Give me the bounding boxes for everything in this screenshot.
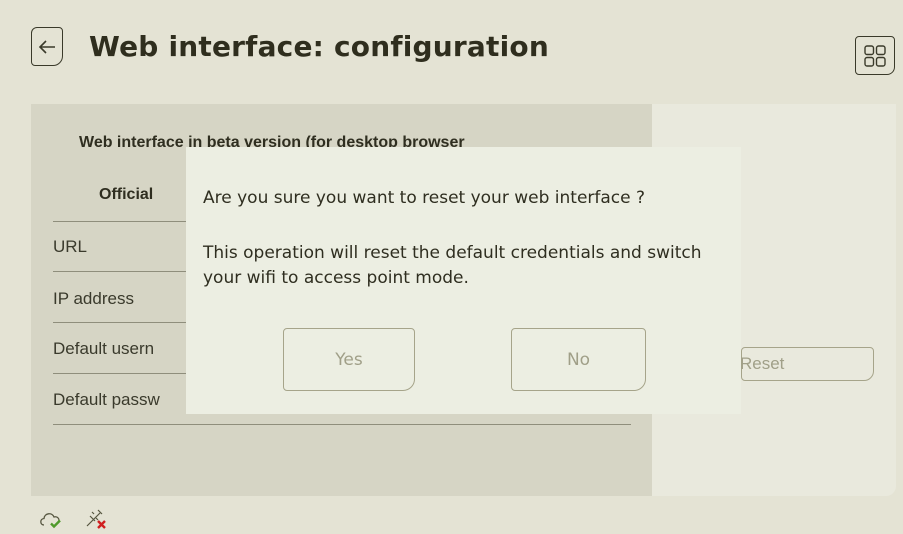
arrow-left-icon <box>38 39 55 54</box>
ip-address-label: IP address <box>53 289 134 308</box>
reset-button[interactable]: Reset <box>740 347 874 381</box>
no-button[interactable]: No <box>511 328 646 391</box>
default-username-label: Default usern <box>53 339 155 358</box>
official-section-title: Official <box>99 186 154 203</box>
url-label: URL <box>53 237 88 256</box>
reset-confirm-dialog: Are you sure you want to reset your web … <box>186 147 741 414</box>
default-password-label: Default passw <box>53 390 160 409</box>
dialog-question: Are you sure you want to reset your web … <box>203 188 646 208</box>
page-title: Web interface: configuration <box>89 30 549 63</box>
cloud-check-icon <box>40 513 61 529</box>
back-button[interactable] <box>31 27 63 66</box>
usb-disconnected-icon <box>86 509 106 529</box>
no-button-label: No <box>566 349 591 370</box>
grid-icon <box>864 44 886 67</box>
reset-button-label: Reset <box>740 354 785 373</box>
row-divider <box>53 424 631 425</box>
menu-button[interactable] <box>855 36 895 75</box>
yes-button-label: Yes <box>335 349 363 370</box>
yes-button[interactable]: Yes <box>283 328 415 391</box>
dialog-explanation: This operation will reset the default cr… <box>203 243 702 288</box>
